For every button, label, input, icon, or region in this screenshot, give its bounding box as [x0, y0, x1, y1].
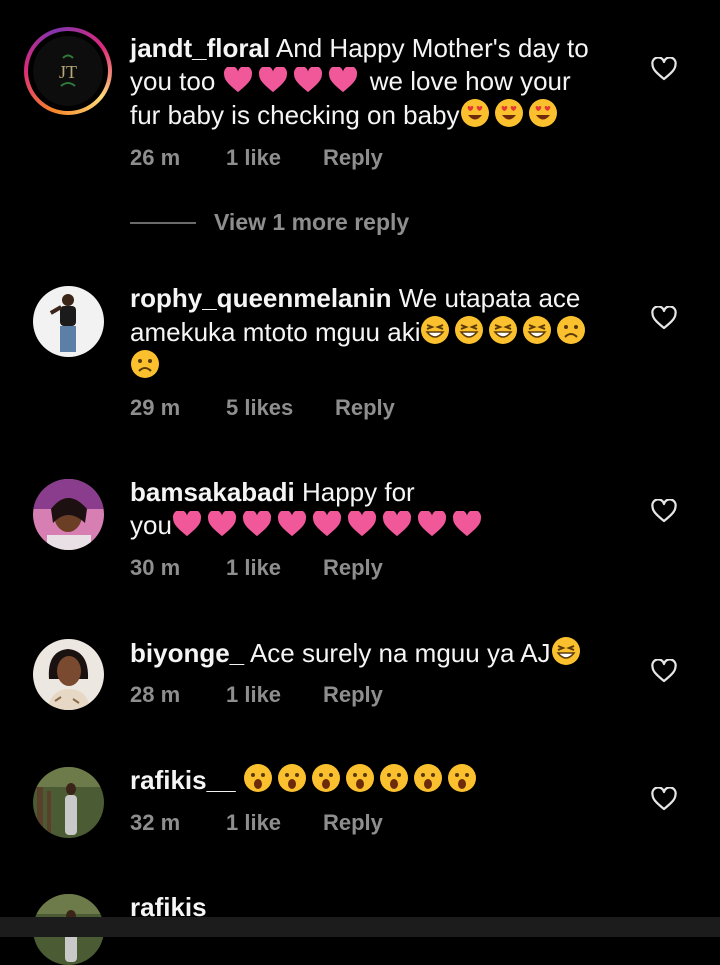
pink-heart-emoji [277, 511, 307, 537]
comment-body-line1: And Happy Mother's day to [275, 33, 589, 63]
like-count[interactable]: 1 like [226, 682, 323, 708]
avatar-rafikis[interactable] [33, 767, 104, 838]
heart-eyes-emoji [528, 98, 558, 128]
username[interactable]: bamsakabadi [130, 477, 295, 507]
comment-body-line1: We utapata ace [398, 283, 581, 313]
like-count[interactable]: 1 like [226, 145, 323, 171]
comment-body-line1: Ace surely na mguu ya AJ [249, 638, 551, 668]
divider-line [130, 221, 196, 224]
heart-outline-icon[interactable] [651, 787, 677, 811]
heart-eyes-emoji [494, 98, 524, 128]
avatar-bamsakabadi[interactable] [33, 479, 104, 550]
surprised-face-emoji [413, 763, 443, 793]
pink-heart-emoji [293, 67, 323, 93]
view-more-label[interactable]: View 1 more reply [214, 209, 409, 236]
comment-meta: 29 m 5 likes Reply [130, 395, 395, 421]
comment-text: bamsakabadi Happy for you [130, 476, 630, 542]
pink-heart-emoji [258, 67, 288, 93]
pink-heart-emoji [328, 67, 358, 93]
like-count[interactable]: 1 like [226, 810, 323, 836]
avatar-jandt-floral[interactable]: JT [24, 27, 112, 115]
pink-heart-emoji [312, 511, 342, 537]
comment-meta: 28 m 1 like Reply [130, 682, 383, 708]
pink-heart-emoji [382, 511, 412, 537]
jt-logo: JT [33, 36, 103, 106]
surprised-face-emoji [447, 763, 477, 793]
reply-button[interactable]: Reply [323, 682, 383, 708]
pink-heart-emoji [347, 511, 377, 537]
avatar-image [33, 767, 104, 838]
svg-text:JT: JT [59, 62, 77, 82]
avatar-rophy[interactable] [33, 286, 104, 357]
surprised-face-emoji [277, 763, 307, 793]
pink-heart-emoji [172, 511, 202, 537]
reply-button[interactable]: Reply [323, 555, 383, 581]
comment-meta: 30 m 1 like Reply [130, 555, 383, 581]
comment-time: 29 m [130, 395, 181, 420]
comment-time: 26 m [130, 145, 181, 170]
reply-button[interactable]: Reply [323, 810, 383, 836]
username[interactable]: rafikis__ [130, 765, 236, 795]
avatar-biyonge[interactable] [33, 639, 104, 710]
heart-outline-icon[interactable] [651, 57, 677, 81]
like-count[interactable]: 5 likes [226, 395, 335, 421]
comment-meta: 32 m 1 like Reply [130, 810, 383, 836]
username[interactable]: biyonge_ [130, 638, 244, 668]
surprised-face-emoji [345, 763, 375, 793]
heart-eyes-emoji [460, 98, 490, 128]
comment-time: 32 m [130, 810, 181, 835]
comment-text: jandt_floral And Happy Mother's day to y… [130, 32, 630, 132]
surprised-face-emoji [311, 763, 341, 793]
heart-outline-icon[interactable] [651, 306, 677, 330]
comment-time: 28 m [130, 682, 181, 707]
bottom-bar [0, 917, 720, 937]
pink-heart-emoji [223, 67, 253, 93]
avatar-image [33, 639, 104, 710]
frowning-emoji [556, 315, 586, 345]
grinning-squint-emoji [551, 636, 581, 666]
comment-text: rafikis__ [130, 763, 630, 797]
comment-body-line2: amekuka mtoto mguu aki [130, 317, 421, 347]
grinning-squint-emoji [488, 315, 518, 345]
avatar-image [33, 479, 104, 550]
comment-body-line3: fur baby is checking on baby [130, 100, 460, 130]
frowning-emoji [130, 349, 160, 379]
reply-button[interactable]: Reply [323, 145, 383, 171]
surprised-face-emoji [243, 763, 273, 793]
grinning-squint-emoji [420, 315, 450, 345]
grinning-squint-emoji [454, 315, 484, 345]
username[interactable]: rophy_queenmelanin [130, 283, 392, 313]
pink-heart-emoji [242, 511, 272, 537]
comment-body-line2b: we love how your [369, 66, 571, 96]
pink-heart-emoji [452, 511, 482, 537]
comment-body-line1: Happy for [301, 477, 415, 507]
view-more-replies[interactable]: View 1 more reply [130, 209, 409, 236]
heart-outline-icon[interactable] [651, 659, 677, 683]
reply-button[interactable]: Reply [335, 395, 395, 421]
comment-meta: 26 m 1 like Reply [130, 145, 383, 171]
pink-heart-emoji [207, 511, 237, 537]
like-count[interactable]: 1 like [226, 555, 323, 581]
heart-outline-icon[interactable] [651, 499, 677, 523]
comment-text: rophy_queenmelanin We utapata ace amekuk… [130, 282, 630, 383]
comment-body-line2a: you too [130, 66, 216, 96]
comment-time: 30 m [130, 555, 181, 580]
grinning-squint-emoji [522, 315, 552, 345]
surprised-face-emoji [379, 763, 409, 793]
pink-heart-emoji [417, 511, 447, 537]
comment-text: biyonge_ Ace surely na mguu ya AJ [130, 636, 630, 670]
avatar-inner: JT [28, 31, 108, 111]
avatar-image [33, 286, 104, 357]
comment-body-line2: you [130, 510, 172, 540]
username[interactable]: jandt_floral [130, 33, 270, 63]
